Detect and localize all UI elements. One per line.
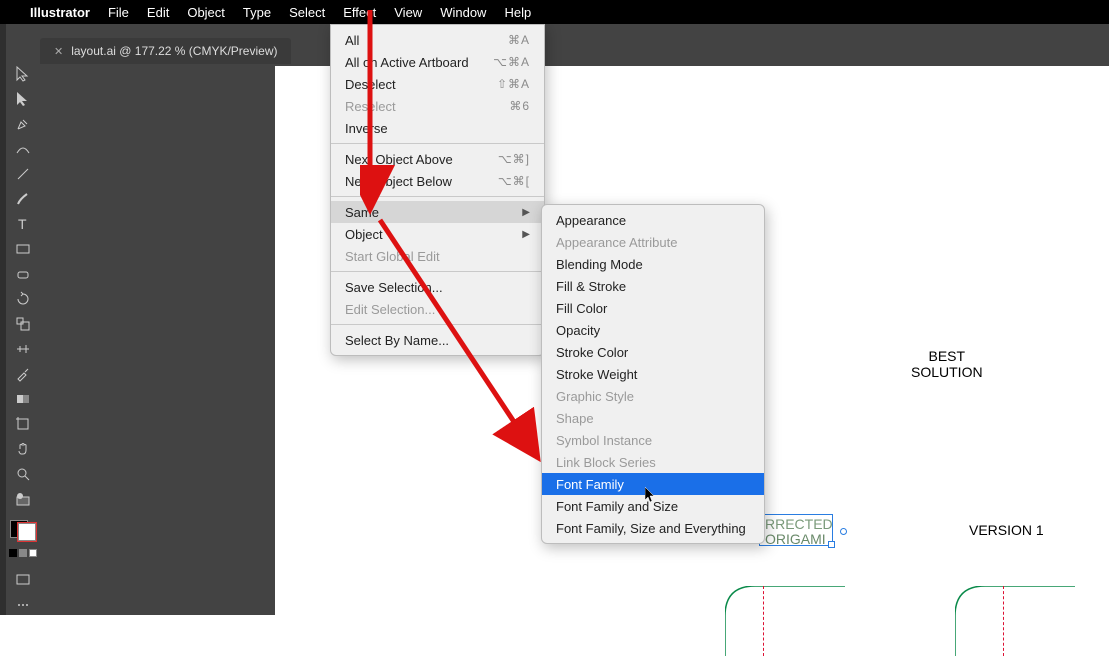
menu-item[interactable]: Same▶ — [331, 201, 544, 223]
menu-select[interactable]: Select — [289, 5, 325, 20]
text-best-solution: BEST SOLUTION — [911, 348, 983, 380]
submenu-item[interactable]: Fill & Stroke — [542, 275, 764, 297]
mouse-cursor-icon — [645, 487, 657, 503]
artwork-curve-1 — [725, 586, 845, 656]
tool-scale[interactable] — [11, 314, 35, 333]
tool-rectangle[interactable] — [11, 239, 35, 258]
menu-item[interactable]: All⌘A — [331, 29, 544, 51]
tool-screen-mode[interactable] — [11, 571, 35, 590]
submenu-item[interactable]: Stroke Color — [542, 341, 764, 363]
tool-rotate[interactable] — [11, 289, 35, 308]
submenu-item[interactable]: Font Family, Size and Everything — [542, 517, 764, 539]
tool-hand[interactable] — [11, 439, 35, 458]
tool-pen[interactable] — [11, 114, 35, 133]
tool-edit-toolbar[interactable] — [11, 596, 35, 615]
menu-item[interactable]: Next Object Below⌥⌘[ — [331, 170, 544, 192]
selected-text-line2: ORIGAMI — [765, 531, 826, 547]
submenu-item[interactable]: Fill Color — [542, 297, 764, 319]
menu-item[interactable]: Save Selection... — [331, 276, 544, 298]
tool-brush[interactable] — [11, 189, 35, 208]
app-name[interactable]: Illustrator — [30, 5, 90, 20]
text-version1: VERSION 1 — [969, 522, 1044, 538]
document-tabbar: ✕ layout.ai @ 177.22 % (CMYK/Preview) — [40, 36, 291, 66]
menu-item[interactable]: Deselect⇧⌘A — [331, 73, 544, 95]
document-tab[interactable]: ✕ layout.ai @ 177.22 % (CMYK/Preview) — [40, 38, 291, 64]
tool-zoom[interactable] — [11, 464, 35, 483]
tool-width[interactable] — [11, 339, 35, 358]
submenu-item: Link Block Series — [542, 451, 764, 473]
menu-item[interactable]: Select By Name... — [331, 329, 544, 351]
submenu-item: Shape — [542, 407, 764, 429]
submenu-item[interactable]: Stroke Weight — [542, 363, 764, 385]
menubar: Illustrator File Edit Object Type Select… — [0, 0, 1109, 24]
tool-gradient[interactable] — [11, 389, 35, 408]
select-menu-dropdown: All⌘AAll on Active Artboard⌥⌘ADeselect⇧⌘… — [330, 24, 545, 356]
document-tab-title: layout.ai @ 177.22 % (CMYK/Preview) — [71, 44, 277, 58]
tool-type[interactable]: T — [11, 214, 35, 233]
toolbar: T — [6, 24, 40, 615]
tool-selection[interactable] — [11, 64, 35, 83]
tool-eraser[interactable] — [11, 264, 35, 283]
menu-window[interactable]: Window — [440, 5, 486, 20]
menu-item: Start Global Edit — [331, 245, 544, 267]
svg-text:T: T — [18, 216, 27, 232]
artwork-curve-2 — [955, 586, 1075, 656]
menu-edit[interactable]: Edit — [147, 5, 169, 20]
submenu-item[interactable]: Blending Mode — [542, 253, 764, 275]
menu-item[interactable]: Inverse — [331, 117, 544, 139]
selected-text-line1: RRECTED — [765, 516, 833, 532]
close-tab-icon[interactable]: ✕ — [54, 45, 63, 58]
menu-file[interactable]: File — [108, 5, 129, 20]
submenu-item[interactable]: Opacity — [542, 319, 764, 341]
tool-fill-toggle[interactable] — [11, 489, 35, 508]
menu-item[interactable]: Next Object Above⌥⌘] — [331, 148, 544, 170]
selection-handle[interactable] — [840, 528, 847, 535]
submenu-item: Symbol Instance — [542, 429, 764, 451]
tool-eyedropper[interactable] — [11, 364, 35, 383]
menu-view[interactable]: View — [394, 5, 422, 20]
menu-type[interactable]: Type — [243, 5, 271, 20]
menu-item[interactable]: All on Active Artboard⌥⌘A — [331, 51, 544, 73]
menu-object[interactable]: Object — [187, 5, 225, 20]
tool-direct-selection[interactable] — [11, 89, 35, 108]
color-mode-minis[interactable] — [9, 549, 37, 557]
tool-curvature[interactable] — [11, 139, 35, 158]
tool-artboard[interactable] — [11, 414, 35, 433]
menu-effect[interactable]: Effect — [343, 5, 376, 20]
menu-item: Edit Selection... — [331, 298, 544, 320]
fill-stroke-swatch[interactable] — [10, 520, 36, 541]
submenu-item: Appearance Attribute — [542, 231, 764, 253]
menu-item[interactable]: Object▶ — [331, 223, 544, 245]
menu-help[interactable]: Help — [504, 5, 531, 20]
tool-line[interactable] — [11, 164, 35, 183]
submenu-item[interactable]: Appearance — [542, 209, 764, 231]
artwork-dash-1 — [763, 586, 764, 656]
submenu-item: Graphic Style — [542, 385, 764, 407]
artwork-dash-2 — [1003, 586, 1004, 656]
menu-item: Reselect⌘6 — [331, 95, 544, 117]
